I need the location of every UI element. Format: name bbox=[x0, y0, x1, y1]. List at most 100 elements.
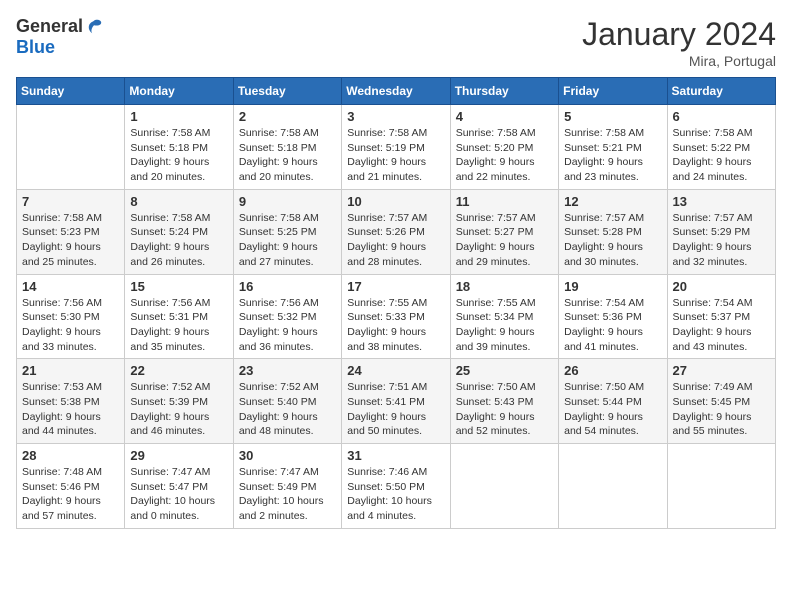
day-info: Sunrise: 7:58 AMSunset: 5:18 PMDaylight:… bbox=[130, 126, 227, 185]
calendar-cell: 21 Sunrise: 7:53 AMSunset: 5:38 PMDayligh… bbox=[17, 359, 125, 444]
day-number: 1 bbox=[130, 109, 227, 124]
day-info: Sunrise: 7:56 AMSunset: 5:31 PMDaylight:… bbox=[130, 296, 227, 355]
calendar-cell: 25 Sunrise: 7:50 AMSunset: 5:43 PMDayligh… bbox=[450, 359, 558, 444]
day-info: Sunrise: 7:58 AMSunset: 5:20 PMDaylight:… bbox=[456, 126, 553, 185]
calendar-cell: 6 Sunrise: 7:58 AMSunset: 5:22 PMDaylight… bbox=[667, 105, 775, 190]
calendar-week-row: 14 Sunrise: 7:56 AMSunset: 5:30 PMDayligh… bbox=[17, 274, 776, 359]
day-number: 15 bbox=[130, 279, 227, 294]
day-number: 21 bbox=[22, 363, 119, 378]
calendar-week-row: 7 Sunrise: 7:58 AMSunset: 5:23 PMDaylight… bbox=[17, 189, 776, 274]
day-number: 30 bbox=[239, 448, 336, 463]
day-number: 3 bbox=[347, 109, 444, 124]
location-label: Mira, Portugal bbox=[582, 53, 776, 69]
day-info: Sunrise: 7:57 AMSunset: 5:26 PMDaylight:… bbox=[347, 211, 444, 270]
day-info: Sunrise: 7:53 AMSunset: 5:38 PMDaylight:… bbox=[22, 380, 119, 439]
calendar-cell: 1 Sunrise: 7:58 AMSunset: 5:18 PMDaylight… bbox=[125, 105, 233, 190]
calendar-cell: 13 Sunrise: 7:57 AMSunset: 5:29 PMDayligh… bbox=[667, 189, 775, 274]
day-info: Sunrise: 7:54 AMSunset: 5:36 PMDaylight:… bbox=[564, 296, 661, 355]
month-title: January 2024 bbox=[582, 16, 776, 53]
calendar-table: SundayMondayTuesdayWednesdayThursdayFrid… bbox=[16, 77, 776, 529]
day-info: Sunrise: 7:54 AMSunset: 5:37 PMDaylight:… bbox=[673, 296, 770, 355]
day-info: Sunrise: 7:58 AMSunset: 5:23 PMDaylight:… bbox=[22, 211, 119, 270]
logo-bird-icon bbox=[85, 18, 103, 36]
calendar-week-row: 21 Sunrise: 7:53 AMSunset: 5:38 PMDayligh… bbox=[17, 359, 776, 444]
weekday-header-saturday: Saturday bbox=[667, 78, 775, 105]
day-info: Sunrise: 7:58 AMSunset: 5:24 PMDaylight:… bbox=[130, 211, 227, 270]
day-number: 7 bbox=[22, 194, 119, 209]
day-info: Sunrise: 7:56 AMSunset: 5:32 PMDaylight:… bbox=[239, 296, 336, 355]
calendar-cell: 27 Sunrise: 7:49 AMSunset: 5:45 PMDayligh… bbox=[667, 359, 775, 444]
day-info: Sunrise: 7:52 AMSunset: 5:40 PMDaylight:… bbox=[239, 380, 336, 439]
weekday-header-tuesday: Tuesday bbox=[233, 78, 341, 105]
weekday-header-friday: Friday bbox=[559, 78, 667, 105]
day-info: Sunrise: 7:47 AMSunset: 5:47 PMDaylight:… bbox=[130, 465, 227, 524]
day-info: Sunrise: 7:56 AMSunset: 5:30 PMDaylight:… bbox=[22, 296, 119, 355]
calendar-cell bbox=[667, 444, 775, 529]
calendar-cell: 31 Sunrise: 7:46 AMSunset: 5:50 PMDayligh… bbox=[342, 444, 450, 529]
day-number: 31 bbox=[347, 448, 444, 463]
day-number: 19 bbox=[564, 279, 661, 294]
day-number: 16 bbox=[239, 279, 336, 294]
day-info: Sunrise: 7:57 AMSunset: 5:27 PMDaylight:… bbox=[456, 211, 553, 270]
weekday-header-thursday: Thursday bbox=[450, 78, 558, 105]
day-number: 12 bbox=[564, 194, 661, 209]
calendar-cell: 17 Sunrise: 7:55 AMSunset: 5:33 PMDayligh… bbox=[342, 274, 450, 359]
day-number: 4 bbox=[456, 109, 553, 124]
calendar-cell: 29 Sunrise: 7:47 AMSunset: 5:47 PMDayligh… bbox=[125, 444, 233, 529]
day-number: 5 bbox=[564, 109, 661, 124]
calendar-cell: 26Sunrise: 7:50 AMSunset: 5:44 PMDayligh… bbox=[559, 359, 667, 444]
day-info: Sunrise: 7:58 AMSunset: 5:22 PMDaylight:… bbox=[673, 126, 770, 185]
page-header: General Blue January 2024 Mira, Portugal bbox=[16, 16, 776, 69]
day-number: 27 bbox=[673, 363, 770, 378]
day-number: 17 bbox=[347, 279, 444, 294]
day-info: Sunrise: 7:55 AMSunset: 5:34 PMDaylight:… bbox=[456, 296, 553, 355]
calendar-cell: 18 Sunrise: 7:55 AMSunset: 5:34 PMDayligh… bbox=[450, 274, 558, 359]
calendar-cell: 3Sunrise: 7:58 AMSunset: 5:19 PMDaylight… bbox=[342, 105, 450, 190]
calendar-cell: 7 Sunrise: 7:58 AMSunset: 5:23 PMDaylight… bbox=[17, 189, 125, 274]
weekday-header-sunday: Sunday bbox=[17, 78, 125, 105]
calendar-cell: 2 Sunrise: 7:58 AMSunset: 5:18 PMDaylight… bbox=[233, 105, 341, 190]
calendar-cell: 10Sunrise: 7:57 AMSunset: 5:26 PMDayligh… bbox=[342, 189, 450, 274]
day-info: Sunrise: 7:55 AMSunset: 5:33 PMDaylight:… bbox=[347, 296, 444, 355]
day-info: Sunrise: 7:50 AMSunset: 5:43 PMDaylight:… bbox=[456, 380, 553, 439]
calendar-week-row: 28Sunrise: 7:48 AMSunset: 5:46 PMDayligh… bbox=[17, 444, 776, 529]
day-number: 23 bbox=[239, 363, 336, 378]
day-info: Sunrise: 7:58 AMSunset: 5:21 PMDaylight:… bbox=[564, 126, 661, 185]
calendar-cell: 8Sunrise: 7:58 AMSunset: 5:24 PMDaylight… bbox=[125, 189, 233, 274]
day-info: Sunrise: 7:49 AMSunset: 5:45 PMDaylight:… bbox=[673, 380, 770, 439]
day-number: 18 bbox=[456, 279, 553, 294]
calendar-cell: 15 Sunrise: 7:56 AMSunset: 5:31 PMDayligh… bbox=[125, 274, 233, 359]
calendar-cell: 23 Sunrise: 7:52 AMSunset: 5:40 PMDayligh… bbox=[233, 359, 341, 444]
title-section: January 2024 Mira, Portugal bbox=[582, 16, 776, 69]
day-info: Sunrise: 7:58 AMSunset: 5:18 PMDaylight:… bbox=[239, 126, 336, 185]
day-number: 24 bbox=[347, 363, 444, 378]
calendar-cell: 16 Sunrise: 7:56 AMSunset: 5:32 PMDayligh… bbox=[233, 274, 341, 359]
logo-blue-text: Blue bbox=[16, 37, 55, 58]
day-number: 20 bbox=[673, 279, 770, 294]
day-number: 13 bbox=[673, 194, 770, 209]
calendar-cell bbox=[450, 444, 558, 529]
logo: General Blue bbox=[16, 16, 103, 58]
day-number: 29 bbox=[130, 448, 227, 463]
day-number: 11 bbox=[456, 194, 553, 209]
day-number: 25 bbox=[456, 363, 553, 378]
calendar-cell: 20 Sunrise: 7:54 AMSunset: 5:37 PMDayligh… bbox=[667, 274, 775, 359]
calendar-week-row: 1 Sunrise: 7:58 AMSunset: 5:18 PMDaylight… bbox=[17, 105, 776, 190]
calendar-cell: 11 Sunrise: 7:57 AMSunset: 5:27 PMDayligh… bbox=[450, 189, 558, 274]
calendar-cell: 12Sunrise: 7:57 AMSunset: 5:28 PMDayligh… bbox=[559, 189, 667, 274]
day-info: Sunrise: 7:46 AMSunset: 5:50 PMDaylight:… bbox=[347, 465, 444, 524]
day-info: Sunrise: 7:50 AMSunset: 5:44 PMDaylight:… bbox=[564, 380, 661, 439]
day-number: 2 bbox=[239, 109, 336, 124]
day-number: 6 bbox=[673, 109, 770, 124]
day-info: Sunrise: 7:58 AMSunset: 5:25 PMDaylight:… bbox=[239, 211, 336, 270]
day-number: 9 bbox=[239, 194, 336, 209]
calendar-cell: 28Sunrise: 7:48 AMSunset: 5:46 PMDayligh… bbox=[17, 444, 125, 529]
calendar-cell: 24Sunrise: 7:51 AMSunset: 5:41 PMDayligh… bbox=[342, 359, 450, 444]
day-number: 14 bbox=[22, 279, 119, 294]
weekday-header-wednesday: Wednesday bbox=[342, 78, 450, 105]
day-info: Sunrise: 7:57 AMSunset: 5:29 PMDaylight:… bbox=[673, 211, 770, 270]
day-number: 28 bbox=[22, 448, 119, 463]
logo-general-text: General bbox=[16, 16, 83, 37]
day-info: Sunrise: 7:47 AMSunset: 5:49 PMDaylight:… bbox=[239, 465, 336, 524]
calendar-cell: 9 Sunrise: 7:58 AMSunset: 5:25 PMDaylight… bbox=[233, 189, 341, 274]
